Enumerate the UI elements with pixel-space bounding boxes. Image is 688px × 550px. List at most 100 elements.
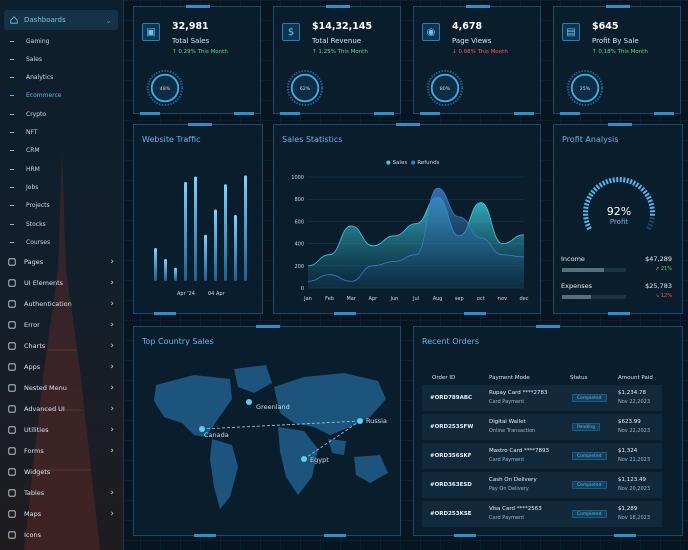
gauge-tick xyxy=(647,199,653,203)
gauge-tick xyxy=(586,226,592,231)
menu-icon xyxy=(8,384,16,392)
table-row[interactable]: #ORD789ABC Rupay Card ****2783 Card Paymen… xyxy=(422,385,662,411)
y-tick-label: 400 xyxy=(294,242,304,248)
panel-accent xyxy=(186,5,210,8)
x-tick-label: Jan xyxy=(303,296,312,302)
submenu-item-label: Courses xyxy=(26,238,51,246)
sidebar-item-icons[interactable]: Icons xyxy=(8,528,114,542)
col-status: Status xyxy=(570,375,588,381)
table-row[interactable]: #ORD363ESD Cash On Delivery Pay On Deliver… xyxy=(422,472,662,498)
submenu-item-sales[interactable]: Sales xyxy=(10,54,42,64)
stat-value: $645 xyxy=(592,21,619,32)
sidebar-item-label: Icons xyxy=(24,531,41,539)
traffic-bar xyxy=(174,267,177,281)
sidebar-item-label: Maps xyxy=(24,510,42,518)
chevron-right-icon: › xyxy=(110,341,114,351)
submenu-item-crypto[interactable]: Crypto xyxy=(10,109,46,119)
sidebar-item-label: Error xyxy=(24,321,40,329)
stat-card: ▤ $645 Profit By Sale ↑ 0.18% This Month 25% xyxy=(553,5,681,115)
form-icon xyxy=(8,447,16,455)
y-tick-label: 200 xyxy=(294,264,304,270)
sidebar-item-forms[interactable]: Forms › xyxy=(8,444,114,458)
submenu-item-hrm[interactable]: HRM xyxy=(10,164,40,174)
dash-icon xyxy=(10,205,14,207)
sidebar-item-error[interactable]: Error › xyxy=(8,318,114,332)
order-id: #ORD356SKF xyxy=(430,453,472,459)
progress-ring-label: 25% xyxy=(580,86,591,92)
table-row[interactable]: #ORD253KSE Visa Card ****2563 Card Payment… xyxy=(422,501,662,527)
briefcase-icon: ▣ xyxy=(142,23,160,41)
panel-accent xyxy=(234,112,254,115)
gauge-tick xyxy=(586,195,592,200)
map-label-canada: Canada xyxy=(204,431,229,439)
world-map: Canada Greenland Russia Egypt xyxy=(154,365,388,509)
sidebar-item-label: Pages xyxy=(24,258,44,266)
sales-statistics-panel: Sales Statistics ● Sales ● Refunds 1000 8… xyxy=(273,123,541,315)
x-tick-label: dec xyxy=(520,296,529,302)
dash-icon xyxy=(10,150,14,152)
dash-icon xyxy=(10,132,14,133)
submenu-item-label: Crypto xyxy=(26,110,47,118)
sidebar-item-label: Utilities xyxy=(24,426,49,434)
sidebar-item-ui-elements[interactable]: UI Elements › xyxy=(8,276,114,290)
progress-ring-label: 62% xyxy=(300,86,311,92)
traffic-bar xyxy=(184,182,187,281)
y-tick-label: 600 xyxy=(294,219,304,225)
sidebar-item-utilities[interactable]: Utilities › xyxy=(8,423,114,437)
submenu-item-jobs[interactable]: Jobs xyxy=(10,182,38,192)
stat-value: 32,981 xyxy=(172,21,209,32)
gauge-tick xyxy=(601,180,606,186)
traffic-bar xyxy=(154,248,157,281)
stat-change: ↑ 1.25% This Month xyxy=(312,49,368,55)
payment-mode-sub: Card Payment xyxy=(489,515,525,521)
submenu-item-label: NFT xyxy=(26,129,38,136)
traffic-bar xyxy=(194,176,197,281)
submenu-item-gaming[interactable]: Gaming xyxy=(10,36,49,46)
payment-mode: Rupay Card ****2783 xyxy=(489,390,548,396)
chart-icon xyxy=(8,342,16,350)
status-badge: Completed xyxy=(572,452,607,460)
gauge-tick xyxy=(646,195,652,200)
sidebar: Dashboards ⌄ Gaming Sales Analytics Ecommer… xyxy=(0,0,124,550)
sidebar-item-advanced-ui[interactable]: Advanced UI › xyxy=(8,402,114,416)
chevron-right-icon: › xyxy=(110,488,114,498)
submenu-item-projects[interactable]: Projects xyxy=(10,201,50,211)
panel-accent xyxy=(466,5,490,8)
submenu-item-analytics[interactable]: Analytics xyxy=(10,73,53,83)
sidebar-item-charts[interactable]: Charts › xyxy=(8,339,114,353)
submenu-item-nft[interactable]: NFT xyxy=(10,128,38,138)
x-tick-label: sep xyxy=(455,296,464,302)
sidebar-item-nested-menu[interactable]: Nested Menu › xyxy=(8,381,114,395)
status-badge: Pending xyxy=(572,423,600,431)
chevron-right-icon: › xyxy=(110,362,114,372)
sidebar-item-maps[interactable]: Maps › xyxy=(8,507,114,521)
panel-accent xyxy=(374,112,394,115)
traffic-x-label: Apr '24 xyxy=(177,291,195,297)
progress-ring: 80% xyxy=(426,69,464,107)
sidebar-item-label: Charts xyxy=(24,342,46,350)
submenu-item-crm[interactable]: CRM xyxy=(10,146,40,156)
sidebar-item-pages[interactable]: Pages › xyxy=(8,255,114,269)
submenu-item-stocks[interactable]: Stocks xyxy=(10,219,46,229)
sidebar-item-widgets[interactable]: Widgets xyxy=(8,465,114,479)
sidebar-item-apps[interactable]: Apps › xyxy=(8,360,114,374)
col-amount-paid: Amount Paid xyxy=(618,375,653,381)
gauge-tick xyxy=(626,177,630,184)
submenu-item-ecommerce[interactable]: Ecommerce xyxy=(10,91,61,101)
submenu-item-courses[interactable]: Courses xyxy=(10,237,50,247)
sidebar-item-tables[interactable]: Tables › xyxy=(8,486,114,500)
table-row[interactable]: #ORD356SKF Mastro Card ****7893 Card Payme… xyxy=(422,443,662,469)
dash-icon xyxy=(10,186,14,188)
gear-icon xyxy=(8,405,16,413)
gauge-tick xyxy=(632,180,637,186)
sidebar-item-authentication[interactable]: Authentication › xyxy=(8,297,114,311)
nav-dashboards[interactable]: Dashboards ⌄ xyxy=(4,10,118,30)
gauge-tick xyxy=(635,182,640,188)
traffic-bar xyxy=(204,234,207,281)
website-traffic-chart: Apr '24 04 Apr xyxy=(154,175,247,297)
submenu-item-label: CRM xyxy=(26,147,40,155)
gauge-tick xyxy=(608,177,612,184)
payment-mode: Cash On Delivery xyxy=(489,477,537,483)
chevron-right-icon: › xyxy=(110,383,114,393)
table-row[interactable]: #ORD253SFW Digital Wallet Online Transacti… xyxy=(422,414,662,440)
